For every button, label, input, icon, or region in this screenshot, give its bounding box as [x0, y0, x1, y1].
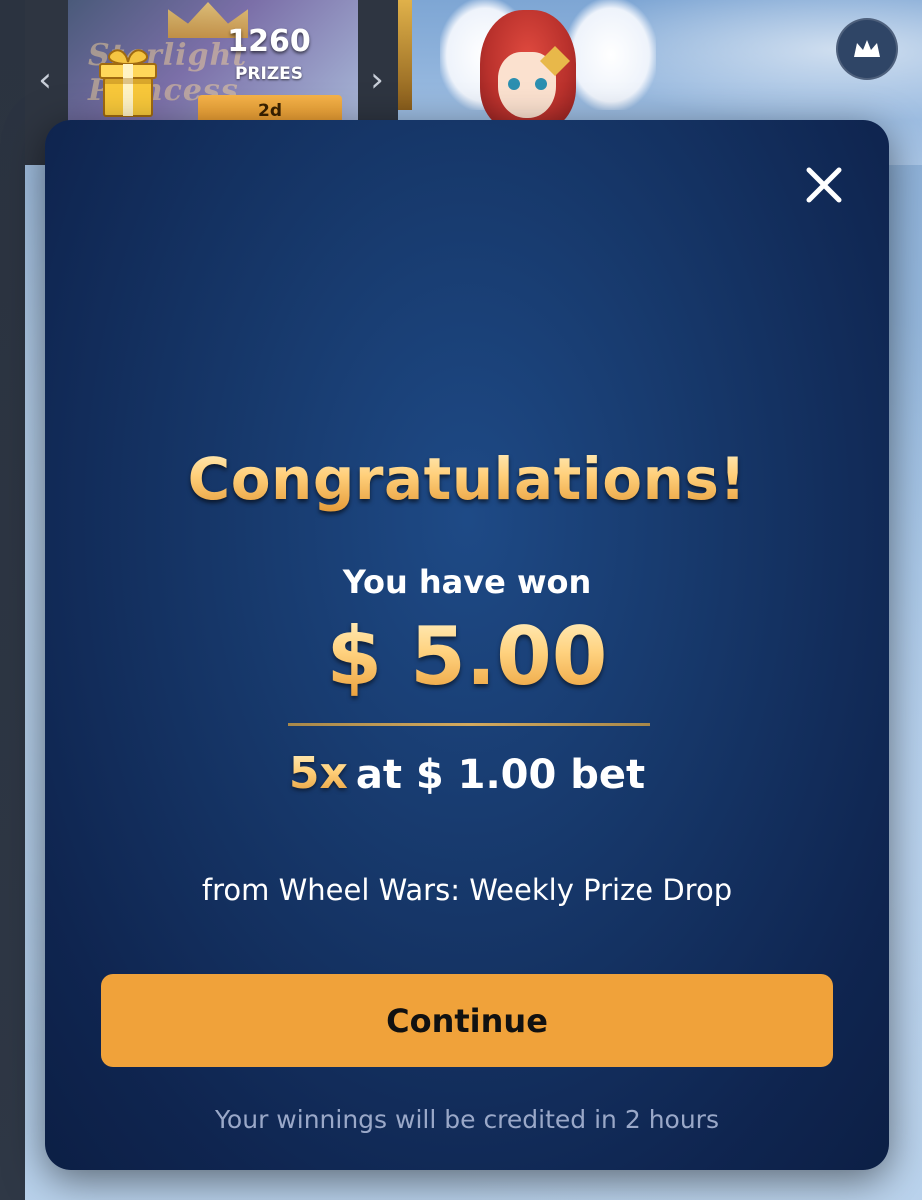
left-edge-strip [0, 0, 25, 1200]
character-eye [508, 78, 520, 90]
frame-decoration [398, 0, 412, 110]
gift-icon [99, 49, 157, 117]
wing-right [566, 0, 656, 110]
prize-label: PRIZES [234, 64, 304, 84]
won-subtitle: You have won [342, 563, 592, 601]
crown-icon [854, 40, 880, 57]
prize-count: 1260 [227, 24, 311, 59]
multiplier-value: 5x [288, 748, 348, 799]
prize-source: from Wheel Wars: Weekly Prize Drop [201, 873, 733, 907]
divider [288, 723, 650, 726]
crown-menu-button[interactable] [836, 18, 898, 80]
congratulations-title: Congratulations! [45, 445, 889, 513]
credit-notice: Your winnings will be credited in 2 hour… [214, 1105, 719, 1134]
bet-text: at $ 1.00 bet [355, 752, 646, 798]
chevron-right-icon[interactable]: › [362, 60, 392, 100]
multiplier-line: 5x at $ 1.00 bet [45, 748, 889, 799]
character-eye [535, 78, 547, 90]
chevron-left-icon[interactable]: ‹ [30, 60, 60, 100]
continue-button[interactable]: Continue [101, 974, 833, 1067]
close-icon[interactable] [799, 160, 849, 210]
win-amount: $ 5.00 [45, 610, 889, 703]
win-modal: Congratulations! You have won $ 5.00 5x a… [45, 120, 889, 1170]
